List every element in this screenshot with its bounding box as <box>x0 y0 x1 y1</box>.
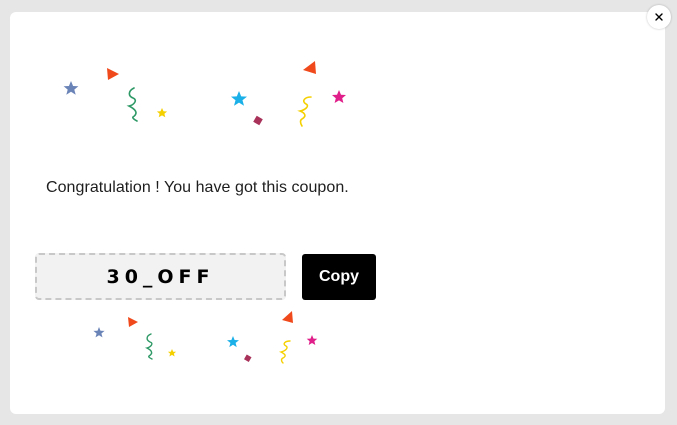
close-icon <box>655 13 663 21</box>
coupon-dialog <box>10 12 665 414</box>
coupon-code-field: 30_OFF <box>35 253 286 300</box>
close-button[interactable] <box>647 5 671 29</box>
copy-button[interactable]: Copy <box>302 254 376 300</box>
congratulation-message: Congratulation ! You have got this coupo… <box>46 179 349 196</box>
coupon-code-text: 30_OFF <box>106 265 215 288</box>
